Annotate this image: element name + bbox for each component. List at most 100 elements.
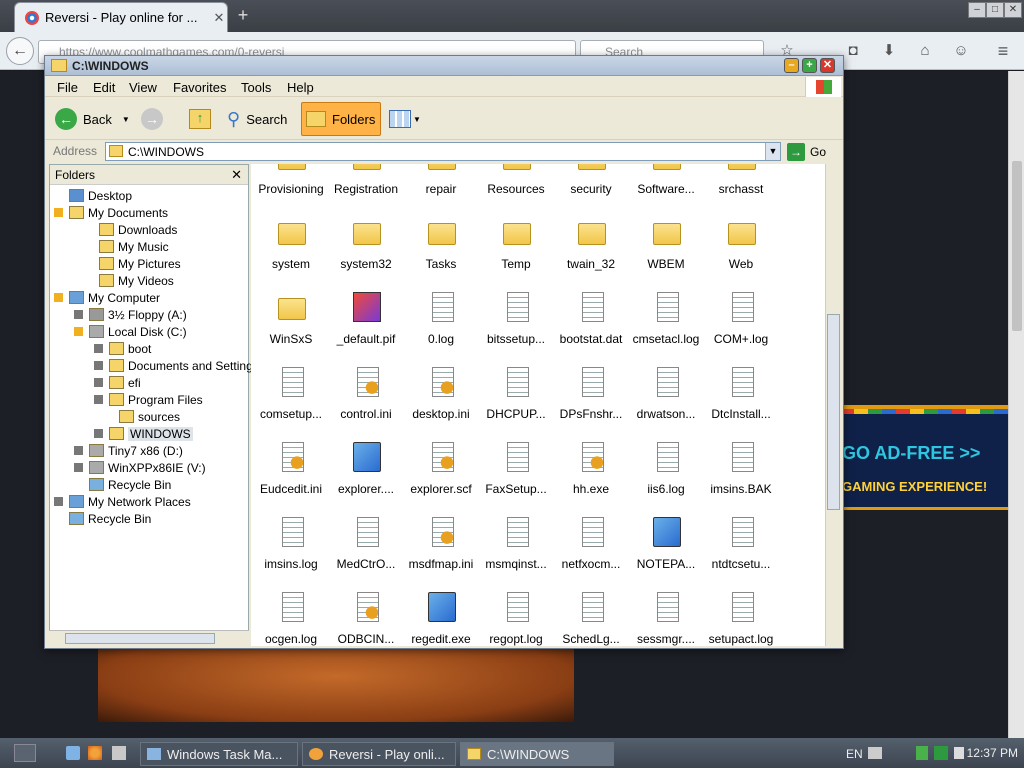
file-item[interactable]: desktop.ini: [404, 367, 478, 442]
close-button[interactable]: ✕: [820, 58, 835, 73]
browser-back-button[interactable]: ←: [6, 37, 34, 65]
collapsed-node-icon[interactable]: [74, 310, 83, 319]
file-item[interactable]: DPsFnshr...: [554, 367, 628, 442]
menu-help[interactable]: Help: [287, 80, 314, 95]
start-button[interactable]: [14, 744, 36, 762]
file-item[interactable]: system32: [329, 217, 403, 292]
collapsed-node-icon[interactable]: [94, 344, 103, 353]
file-list-scrollbar[interactable]: [825, 164, 841, 646]
pocket-icon[interactable]: ◘: [842, 40, 864, 62]
clock[interactable]: 12:37 PM: [967, 746, 1018, 760]
file-item[interactable]: COM+.log: [704, 292, 778, 367]
file-item[interactable]: explorer....: [329, 442, 403, 517]
file-item[interactable]: ntdtcsetu...: [704, 517, 778, 592]
file-item[interactable]: bitssetup...: [479, 292, 553, 367]
expanded-node-icon[interactable]: [74, 327, 83, 336]
taskbar-item-task-manager[interactable]: Windows Task Ma...: [140, 742, 298, 766]
maximize-browser-button[interactable]: □: [986, 2, 1004, 18]
back-button[interactable]: ← Back ▼: [55, 102, 130, 136]
tree-item[interactable]: Documents and Settings: [94, 357, 259, 374]
taskbar-item-browser[interactable]: Reversi - Play onli...: [302, 742, 456, 766]
menu-favorites[interactable]: Favorites: [173, 80, 226, 95]
file-item[interactable]: DtcInstall...: [704, 367, 778, 442]
menu-view[interactable]: View: [129, 80, 157, 95]
tree-item[interactable]: Recycle Bin: [54, 510, 151, 527]
tray-app-icon[interactable]: [916, 746, 928, 760]
minimize-browser-button[interactable]: –: [968, 2, 986, 18]
tree-item[interactable]: Tiny7 x86 (D:): [74, 442, 183, 459]
forward-button[interactable]: →: [141, 102, 163, 136]
back-dropdown-icon[interactable]: ▼: [122, 115, 130, 124]
file-item[interactable]: msmqinst...: [479, 517, 553, 592]
file-item[interactable]: DHCPUP...: [479, 367, 553, 442]
close-pane-icon[interactable]: ✕: [231, 167, 242, 183]
collapsed-node-icon[interactable]: [74, 446, 83, 455]
keyboard-icon[interactable]: [868, 747, 882, 759]
ad-banner[interactable]: GO AD-FREE >> GAMING EXPERIENCE!: [840, 405, 1008, 510]
search-button[interactable]: ⚲ Search: [227, 102, 287, 136]
file-item[interactable]: Temp: [479, 217, 553, 292]
file-item[interactable]: Tasks: [404, 217, 478, 292]
collapsed-node-icon[interactable]: [54, 497, 63, 506]
file-item[interactable]: setupact.log: [704, 592, 778, 646]
file-item[interactable]: system: [254, 217, 328, 292]
collapsed-node-icon[interactable]: [94, 395, 103, 404]
file-item[interactable]: MedCtrO...: [329, 517, 403, 592]
file-item[interactable]: Eudcedit.ini: [254, 442, 328, 517]
tree-item[interactable]: boot: [94, 340, 151, 357]
expanded-node-icon[interactable]: [54, 293, 63, 302]
tree-item[interactable]: My Videos: [84, 272, 174, 289]
close-browser-button[interactable]: ✕: [1004, 2, 1022, 18]
tree-item[interactable]: efi: [94, 374, 141, 391]
folders-button[interactable]: Folders: [301, 102, 381, 136]
address-input[interactable]: C:\WINDOWS ▼: [105, 142, 781, 161]
expanded-node-icon[interactable]: [54, 208, 63, 217]
file-item[interactable]: Resources: [479, 164, 553, 217]
language-indicator[interactable]: EN: [846, 747, 863, 761]
file-item[interactable]: ODBCIN...: [329, 592, 403, 646]
tree-item[interactable]: 3½ Floppy (A:): [74, 306, 187, 323]
file-item[interactable]: regedit.exe: [404, 592, 478, 646]
tree-item[interactable]: WinXPPx86IE (V:): [74, 459, 206, 476]
new-tab-button[interactable]: +: [232, 6, 254, 26]
file-item[interactable]: _default.pif: [329, 292, 403, 367]
tree-item[interactable]: My Pictures: [84, 255, 181, 272]
tree-item[interactable]: My Music: [84, 238, 169, 255]
tree-item[interactable]: Recycle Bin: [74, 476, 171, 493]
tree-item[interactable]: My Computer: [54, 289, 160, 306]
file-item[interactable]: control.ini: [329, 367, 403, 442]
tree-item[interactable]: Downloads: [84, 221, 177, 238]
browser-tab[interactable]: Reversi - Play online for ... ✕: [14, 2, 228, 32]
go-button[interactable]: → Go: [787, 142, 837, 162]
file-item[interactable]: Web: [704, 217, 778, 292]
file-item[interactable]: hh.exe: [554, 442, 628, 517]
title-bar[interactable]: C:\WINDOWS – + ✕: [45, 56, 843, 76]
file-item[interactable]: twain_32: [554, 217, 628, 292]
volume-icon[interactable]: [954, 747, 964, 759]
show-desktop-icon[interactable]: [66, 746, 80, 760]
file-item[interactable]: security: [554, 164, 628, 217]
file-item[interactable]: msdfmap.ini: [404, 517, 478, 592]
tree-item[interactable]: My Network Places: [54, 493, 191, 510]
media-icon[interactable]: [112, 746, 126, 760]
minimize-button[interactable]: –: [784, 58, 799, 73]
file-item[interactable]: WinSxS: [254, 292, 328, 367]
taskbar-item-explorer[interactable]: C:\WINDOWS: [460, 742, 614, 766]
file-item[interactable]: NOTEPA...: [629, 517, 703, 592]
file-item[interactable]: explorer.scf: [404, 442, 478, 517]
menu-edit[interactable]: Edit: [93, 80, 115, 95]
tree-item[interactable]: Program Files: [94, 391, 203, 408]
collapsed-node-icon[interactable]: [94, 361, 103, 370]
file-item[interactable]: WBEM: [629, 217, 703, 292]
menu-tools[interactable]: Tools: [241, 80, 271, 95]
file-item[interactable]: Registration: [329, 164, 403, 217]
download-icon[interactable]: ⬇: [878, 40, 900, 62]
file-item[interactable]: 0.log: [404, 292, 478, 367]
file-item[interactable]: imsins.log: [254, 517, 328, 592]
file-item[interactable]: netfxocm...: [554, 517, 628, 592]
chat-icon[interactable]: ☺: [950, 40, 972, 62]
network-icon[interactable]: [934, 746, 948, 760]
file-item[interactable]: FaxSetup...: [479, 442, 553, 517]
maximize-button[interactable]: +: [802, 58, 817, 73]
up-folder-button[interactable]: ↑: [189, 102, 211, 136]
